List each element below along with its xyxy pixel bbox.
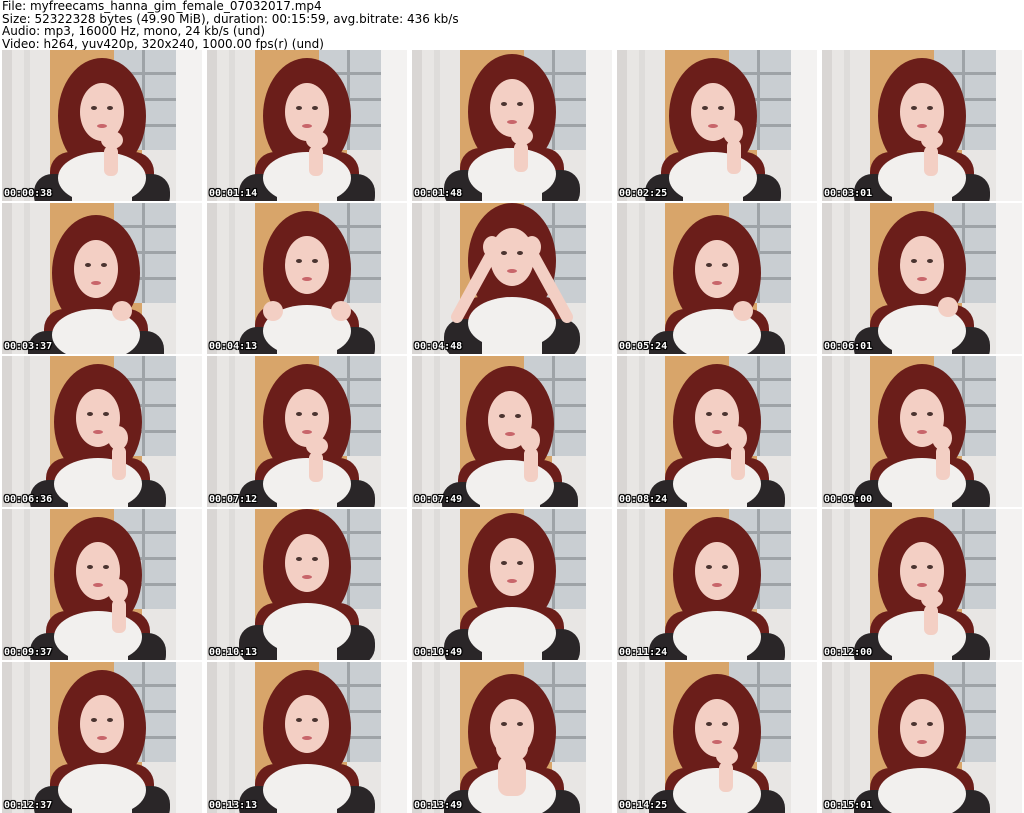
webcam-frame-image [2, 356, 202, 507]
thumbnail-frame: 00:10:49 [412, 509, 612, 660]
thumbnail-frame: 00:10:13 [207, 509, 407, 660]
thumbnail-frame: 00:01:14 [207, 50, 407, 201]
thumbnail-frame: 00:11:24 [617, 509, 817, 660]
webcam-frame-image [617, 509, 817, 660]
frame-timestamp: 00:13:13 [209, 800, 258, 811]
thumbnail-frame: 00:05:24 [617, 203, 817, 354]
frame-timestamp: 00:00:38 [4, 188, 53, 199]
frame-timestamp: 00:09:37 [4, 647, 53, 658]
frame-timestamp: 00:13:49 [414, 800, 463, 811]
webcam-frame-image [822, 50, 1022, 201]
thumbnail-frame: 00:07:12 [207, 356, 407, 507]
frame-timestamp: 00:07:12 [209, 494, 258, 505]
thumbnail-frame: 00:14:25 [617, 662, 817, 813]
frame-timestamp: 00:02:25 [619, 188, 668, 199]
thumbnail-frame: 00:03:37 [2, 203, 202, 354]
thumbnail-frame: 00:07:49 [412, 356, 612, 507]
thumbnail-frame: 00:12:37 [2, 662, 202, 813]
frame-timestamp: 00:06:36 [4, 494, 53, 505]
frame-timestamp: 00:03:01 [824, 188, 873, 199]
thumbnail-frame: 00:02:25 [617, 50, 817, 201]
webcam-frame-image [2, 50, 202, 201]
thumbnail-frame: 00:04:13 [207, 203, 407, 354]
thumbnail-frame: 00:08:24 [617, 356, 817, 507]
frame-timestamp: 00:07:49 [414, 494, 463, 505]
webcam-frame-image [207, 662, 407, 813]
webcam-frame-image [617, 50, 817, 201]
thumbnail-frame: 00:04:48 [412, 203, 612, 354]
file-info-header: File: myfreecams_hanna_gim_female_070320… [2, 0, 1020, 50]
frame-timestamp: 00:10:49 [414, 647, 463, 658]
webcam-frame-image [412, 662, 612, 813]
frame-timestamp: 00:03:37 [4, 341, 53, 352]
file-name-line: File: myfreecams_hanna_gim_female_070320… [2, 0, 322, 13]
webcam-frame-image [617, 203, 817, 354]
thumbnail-frame: 00:13:49 [412, 662, 612, 813]
webcam-frame-image [617, 356, 817, 507]
webcam-frame-image [2, 509, 202, 660]
webcam-frame-image [617, 662, 817, 813]
frame-timestamp: 00:04:13 [209, 341, 258, 352]
webcam-frame-image [822, 509, 1022, 660]
thumbnail-frame: 00:03:01 [822, 50, 1022, 201]
frame-timestamp: 00:01:14 [209, 188, 258, 199]
thumbnail-frame: 00:00:38 [2, 50, 202, 201]
webcam-frame-image [2, 203, 202, 354]
thumbnail-frame: 00:06:36 [2, 356, 202, 507]
webcam-frame-image [207, 509, 407, 660]
webcam-frame-image [822, 662, 1022, 813]
thumbnail-frame: 00:09:00 [822, 356, 1022, 507]
frame-timestamp: 00:01:48 [414, 188, 463, 199]
frame-timestamp: 00:06:01 [824, 341, 873, 352]
thumbnail-frame: 00:06:01 [822, 203, 1022, 354]
webcam-frame-image [412, 203, 612, 354]
frame-timestamp: 00:10:13 [209, 647, 258, 658]
webcam-frame-image [412, 509, 612, 660]
frame-timestamp: 00:15:01 [824, 800, 873, 811]
thumbnail-frame: 00:01:48 [412, 50, 612, 201]
thumbnail-frame: 00:13:13 [207, 662, 407, 813]
webcam-frame-image [207, 203, 407, 354]
audio-info-line: Audio: mp3, 16000 Hz, mono, 24 kb/s (und… [2, 24, 266, 38]
webcam-frame-image [412, 356, 612, 507]
frame-timestamp: 00:14:25 [619, 800, 668, 811]
thumbnail-grid: 00:00:38 00:01:14 00:01:48 00:02:25 00:0… [2, 50, 1022, 813]
frame-timestamp: 00:12:00 [824, 647, 873, 658]
video-info-line: Video: h264, yuv420p, 320x240, 1000.00 f… [2, 36, 324, 51]
thumbnail-frame: 00:15:01 [822, 662, 1022, 813]
webcam-frame-image [412, 50, 612, 201]
webcam-frame-image [207, 50, 407, 201]
frame-timestamp: 00:09:00 [824, 494, 873, 505]
thumbnail-frame: 00:12:00 [822, 509, 1022, 660]
thumbnail-frame: 00:09:37 [2, 509, 202, 660]
webcam-frame-image [822, 356, 1022, 507]
frame-timestamp: 00:12:37 [4, 800, 53, 811]
webcam-frame-image [207, 356, 407, 507]
webcam-frame-image [2, 662, 202, 813]
frame-timestamp: 00:11:24 [619, 647, 668, 658]
frame-timestamp: 00:05:24 [619, 341, 668, 352]
frame-timestamp: 00:04:48 [414, 341, 463, 352]
frame-timestamp: 00:08:24 [619, 494, 668, 505]
webcam-frame-image [822, 203, 1022, 354]
